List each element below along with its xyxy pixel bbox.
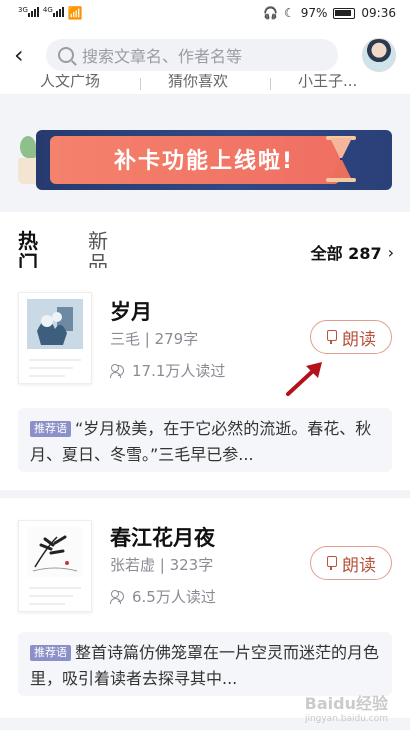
tab-hot[interactable]: 热门 [18,230,52,268]
readers-count: 17.1万人读过 [132,362,226,380]
read-aloud-label: 朗读 [342,555,376,576]
banner-text: 补卡功能上线啦! [114,149,295,174]
battery-icon [333,7,356,19]
avatar[interactable] [362,38,396,72]
arrow-annotation-icon [286,362,322,396]
book-readers: 17.1万人读过 [110,360,225,381]
recommendation-badge: 推荐语 [30,421,71,437]
wifi-icon: 📶 [67,6,83,20]
ink-bamboo-image [27,527,83,577]
signal-3g-icon: 3G [18,6,39,20]
recommendation-box[interactable]: 推荐语 “岁月极美，在于它必然的流逝。春花、秋月、夏日、冬雪。”三毛早已参... [18,408,392,472]
hourglass-icon [326,136,356,182]
recommendation-text: “岁月极美，在于它必然的流逝。春花、秋月、夏日、冬雪。”三毛早已参... [30,419,372,464]
category-item[interactable]: 人文广场 [40,74,100,91]
cover-line [29,375,65,377]
category-item[interactable]: 猜你喜欢 [168,74,228,91]
search-icon [58,47,74,63]
section-divider [0,490,410,498]
book-readers: 6.5万人读过 [110,586,216,607]
status-bar: 3G 4G 📶 🎧 ☾ 97% 09:36 [0,0,410,26]
watermark-url: jingyan.baidu.com [304,714,388,724]
cover-line [29,367,73,369]
book-meta: 张若虚 | 323字 [110,556,214,574]
battery-percent: 97% [300,6,328,20]
book-cover [18,292,92,384]
read-aloud-label: 朗读 [342,329,376,350]
recommendation-text: 整首诗篇仿佛笼罩在一片空灵而迷茫的月色里，吸引着读者去探寻其中... [30,643,380,688]
search-placeholder: 搜索文章名、作者名等 [82,47,243,66]
readers-count: 6.5万人读过 [132,588,216,606]
back-arrow-icon[interactable]: ‹ [14,43,40,67]
watermark: Baidu经验 jingyan.baidu.com [305,690,388,724]
watermark-brand: Baidu经验 [304,694,388,713]
banner-area: 补卡功能上线啦! [0,112,410,202]
book-card[interactable]: 岁月 三毛 | 279字 17.1万人读过 朗读 推荐语 “岁月极美，在于它必然的… [0,292,410,492]
headphones-icon: 🎧 [263,6,278,20]
status-left: 3G 4G 📶 [18,6,83,20]
people-icon [110,589,126,604]
recommendation-box[interactable]: 推荐语 整首诗篇仿佛笼罩在一片空灵而迷茫的月色里，吸引着读者去探寻其中... [18,632,392,696]
people-icon [110,363,126,378]
read-aloud-button[interactable]: 朗读 [310,546,392,580]
book-title[interactable]: 岁月 [110,296,152,326]
all-link[interactable]: 全部 287 › [311,240,394,264]
section-divider [0,94,410,112]
status-right: 🎧 ☾ 97% 09:36 [263,6,396,20]
tab-bar: 热门 新品 全部 287 › [0,230,410,274]
microphone-icon [326,556,337,570]
microphone-icon [326,330,337,344]
category-strip: 人文广场 猜你喜欢 小王子... [0,74,410,94]
divider [140,78,141,90]
divider [270,78,271,90]
book-cover [18,520,92,612]
book-title[interactable]: 春江花月夜 [110,522,215,552]
all-count: 全部 287 [310,244,382,263]
read-aloud-button[interactable]: 朗读 [310,320,392,354]
category-item[interactable]: 小王子... [298,74,357,91]
tab-new[interactable]: 新品 [88,230,122,268]
moon-icon: ☾ [283,6,295,20]
cover-line [29,595,73,597]
recommendation-badge: 推荐语 [30,645,71,661]
search-box[interactable]: 搜索文章名、作者名等 [46,39,338,71]
section-divider [0,202,410,212]
lily-vase-image [27,299,83,349]
cover-line [29,603,65,605]
clock: 09:36 [361,6,396,20]
header: ‹ 搜索文章名、作者名等 [0,30,410,80]
chevron-right-icon: › [387,242,394,262]
promo-banner[interactable]: 补卡功能上线啦! [36,130,392,190]
signal-4g-icon: 4G [43,6,64,20]
cover-line [29,587,81,589]
book-meta: 三毛 | 279字 [110,330,199,348]
cover-line [29,359,81,361]
